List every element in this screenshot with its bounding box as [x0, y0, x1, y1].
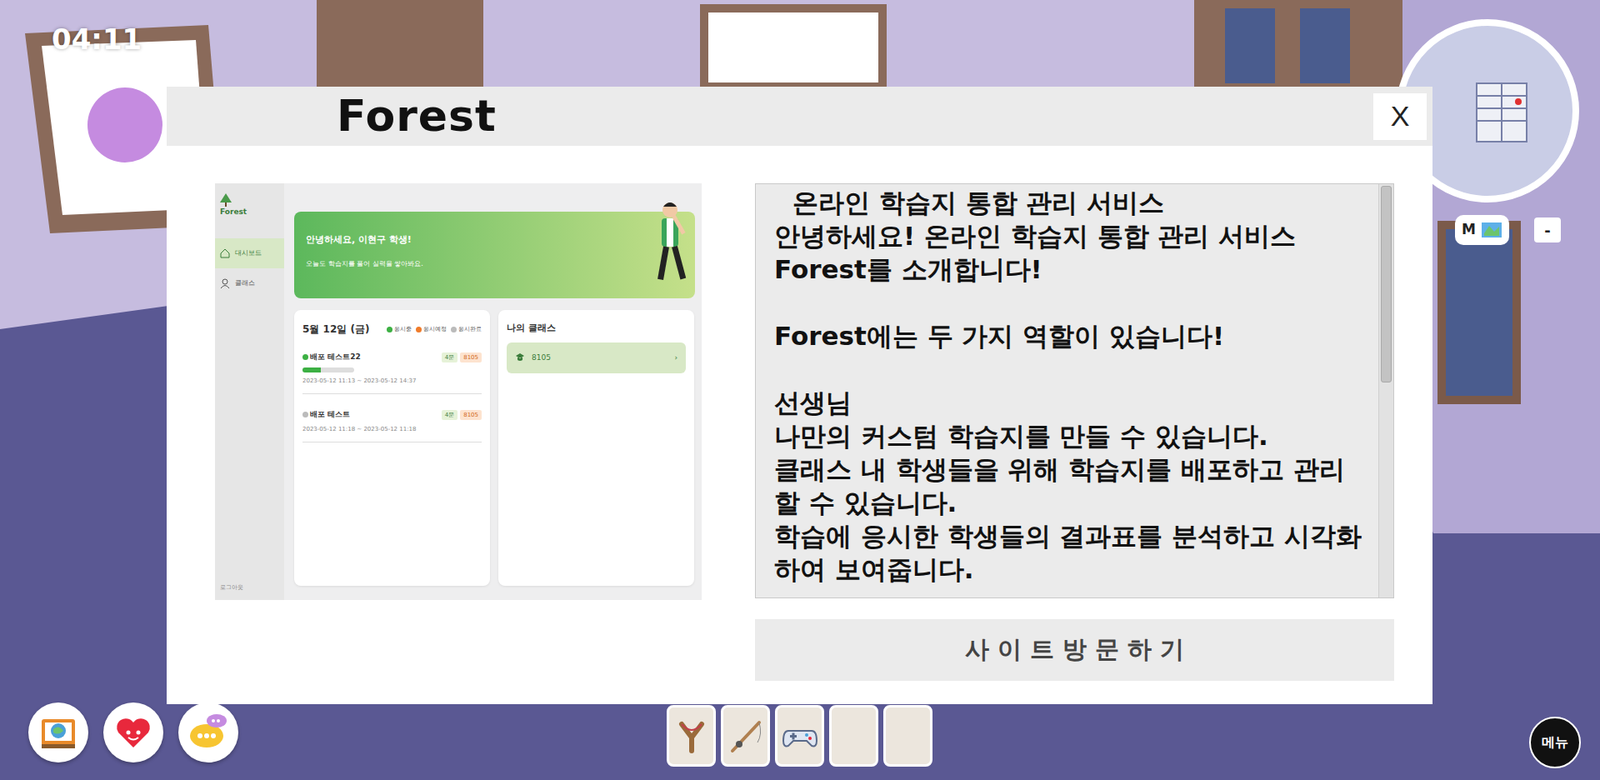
map-button[interactable]: M — [1455, 215, 1510, 245]
close-button[interactable]: X — [1373, 93, 1427, 140]
chat-icon — [185, 709, 232, 756]
progress-fill — [302, 367, 321, 373]
description-paragraph: 온라인 학습지 통합 관리 서비스안녕하세요! 온라인 학습지 통합 관리 서비… — [774, 185, 1370, 286]
logo-text: Forest — [220, 207, 247, 216]
preview-logo: Forest — [215, 193, 285, 219]
test-tag: 4문 — [441, 352, 458, 364]
emote-icon — [111, 710, 155, 755]
student-figure-icon — [648, 198, 689, 299]
scrollbar[interactable] — [1378, 184, 1394, 598]
legend-label: 응시예정 — [423, 325, 447, 335]
description-line: 안녕하세요! 온라인 학습지 통합 관리 서비스 Forest를 소개합니다! — [774, 219, 1370, 286]
test-title: 배포 테스트22 — [310, 351, 361, 364]
schedule-card: 5월 12일 (금)응시중응시예정응시완료배포 테스트224문81052023-… — [294, 310, 490, 586]
hotbar-slot[interactable] — [883, 705, 933, 767]
hotbar-slot[interactable] — [829, 705, 879, 767]
description-line: 선생님 — [774, 385, 1370, 420]
description-line: Forest에는 두 가지 역할이 있습니다! — [774, 319, 1370, 353]
slingshot-icon — [673, 717, 710, 755]
description-line: 학습에 응시한 학생들의 결과표를 분석하고 시각화하여 보여줍니다. — [774, 519, 1370, 586]
minimap-collapse-button[interactable]: - — [1534, 217, 1561, 243]
preview-main: 안녕하세요, 이현구 학생! 오늘도 학습지를 풀어 실력을 쌓아봐요. 5월 12… — [284, 183, 702, 600]
home-icon — [220, 248, 230, 260]
forest-dialog: Forest X Forest대시보드클래스로그아웃안녕하세요, 이현구 학생!… — [166, 86, 1433, 705]
status-dot — [386, 326, 393, 333]
hotbar-slot[interactable] — [775, 705, 825, 767]
description-line: 클래스 내 학생들을 위해 학습지를 배포하고 관리할 수 있습니다. — [774, 452, 1370, 520]
map-icon — [1480, 221, 1503, 239]
banner-subtitle: 오늘도 학습지를 풀어 실력을 쌓아봐요. — [305, 259, 684, 270]
legend: 응시중 응시예정 응시완료 — [386, 325, 482, 335]
banner-title: 안녕하세요, 이현구 학생! — [305, 233, 684, 248]
class-card: 나의 클래스 8105 › — [498, 310, 695, 586]
class-card-title: 나의 클래스 — [506, 321, 686, 336]
chat-button[interactable] — [178, 702, 239, 763]
description-line: 온라인 학습지 통합 관리 서비스 — [774, 185, 1370, 220]
person-icon — [220, 278, 230, 290]
status-dot — [415, 326, 422, 333]
description-box[interactable]: 온라인 학습지 통합 관리 서비스안녕하세요! 온라인 학습지 통합 관리 서비… — [755, 183, 1395, 599]
test-period: 2023-05-12 11:13 ~ 2023-05-12 14:37 — [302, 376, 482, 386]
legend-item: 응시중 — [386, 325, 412, 335]
hotbar-slot[interactable] — [720, 705, 770, 767]
legend-item: 응시예정 — [415, 325, 447, 335]
class-name: 8105 — [531, 352, 551, 365]
nav-label: 대시보드 — [235, 248, 262, 259]
preview-nav-item[interactable]: 대시보드 — [215, 238, 285, 270]
class-icon — [515, 352, 525, 365]
status-dot — [302, 411, 309, 418]
legend-label: 응시중 — [394, 325, 412, 335]
guide-button[interactable] — [28, 702, 89, 763]
scrollbar-thumb[interactable] — [1380, 185, 1392, 383]
logout-link[interactable]: 로그아웃 — [215, 583, 285, 593]
menu-button[interactable]: 메뉴 — [1529, 716, 1581, 769]
preview-nav-item[interactable]: 클래스 — [215, 268, 285, 300]
gamepad-icon — [781, 717, 819, 755]
test-tag: 8105 — [460, 352, 482, 364]
status-dot — [450, 326, 457, 333]
nav-label: 클래스 — [235, 278, 255, 289]
rod-icon — [727, 717, 765, 755]
test-item[interactable]: 배포 테스트22 4문8105 2023-05-12 11:13 ~ 2023-05… — [302, 343, 482, 395]
test-item[interactable]: 배포 테스트 4문8105 2023-05-12 11:18 ~ 2023-05-1… — [302, 400, 482, 443]
welcome-banner: 안녕하세요, 이현구 학생! 오늘도 학습지를 풀어 실력을 쌓아봐요. — [294, 211, 695, 299]
chevron-icon: › — [674, 352, 678, 365]
test-tag: 4문 — [441, 410, 458, 421]
description-paragraph: Forest에는 두 가지 역할이 있습니다! — [774, 319, 1370, 353]
status-dot — [302, 354, 309, 360]
test-tag: 8105 — [460, 410, 482, 421]
tree-icon — [220, 193, 232, 207]
visit-site-button[interactable]: 사 이 트 방 문 하 기 — [755, 619, 1395, 681]
legend-item: 응시완료 — [450, 325, 482, 335]
preview-sidebar: Forest 대시보드클래스로그아웃 — [215, 183, 285, 600]
test-period: 2023-05-12 11:18 ~ 2023-05-12 11:18 — [302, 425, 482, 435]
emote-button[interactable] — [103, 702, 164, 763]
guide-icon — [36, 710, 80, 755]
hotbar-slot[interactable] — [666, 705, 716, 767]
site-preview: Forest 대시보드클래스로그아웃 안녕하세요, 이현구 학생! 오늘도 학습지를 … — [215, 183, 702, 600]
description-paragraph: 선생님나만의 커스텀 학습지를 만들 수 있습니다.클래스 내 학생들을 위해 … — [774, 385, 1370, 586]
test-title: 배포 테스트 — [310, 409, 350, 421]
clock: 04:11 — [51, 18, 142, 61]
schedule-date: 5월 12일 (금) — [302, 321, 370, 337]
class-item[interactable]: 8105 › — [506, 342, 686, 375]
dialog-title: Forest — [336, 92, 497, 140]
legend-label: 응시완료 — [458, 325, 482, 335]
description-line: 나만의 커스텀 학습지를 만들 수 있습니다. — [774, 419, 1370, 453]
progress-track — [302, 367, 355, 373]
